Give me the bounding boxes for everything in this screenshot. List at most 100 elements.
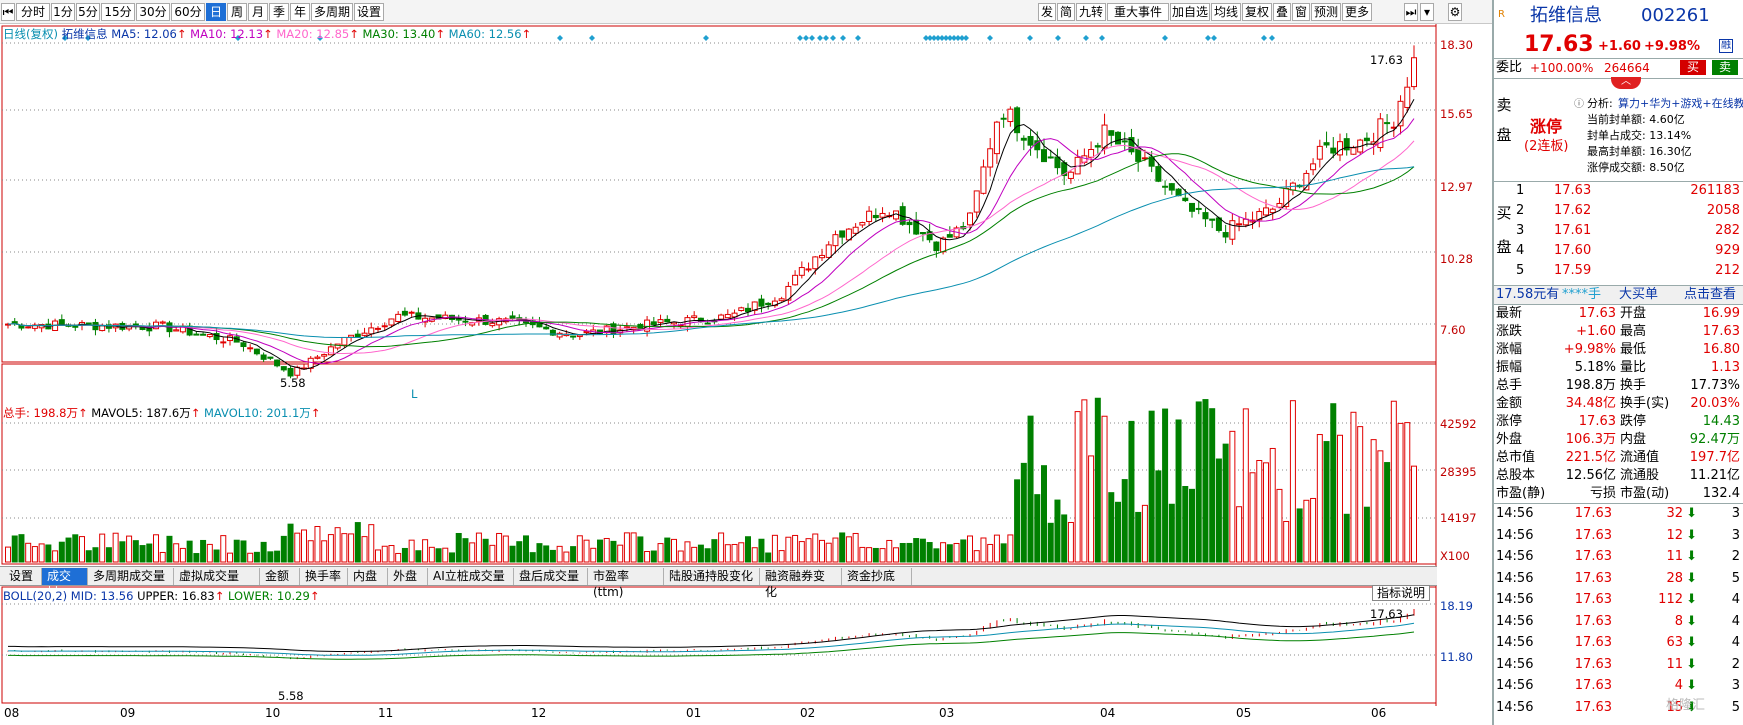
toolbar-2-button[interactable]: 九转 [1076,3,1106,21]
bid-p: 17.63 [1554,183,1592,198]
candle [58,319,65,325]
candle [940,237,947,253]
buy-button[interactable]: 买 [1680,60,1706,75]
candle [1330,147,1337,154]
boll-mid-line [8,622,1415,656]
period-tab[interactable]: 日 [206,3,226,21]
period-tab[interactable]: 1分 [51,3,75,21]
volume-bar [1088,455,1095,563]
period-tab[interactable]: 分时 [16,3,50,21]
volume-bar [99,533,106,563]
candle [933,241,940,252]
volume-bar [314,525,321,563]
down-arrow-icon: ⬇ [1686,527,1697,543]
sell-button[interactable]: 卖 [1712,60,1738,75]
volume-bar [623,532,630,563]
toolbar-8-button[interactable]: 窗 [1292,3,1310,21]
toolbar-0-button[interactable]: 发 [1038,3,1056,21]
candle [348,334,355,338]
period-tab[interactable]: 15分 [101,3,135,21]
indicator-tab[interactable]: 融资融券变化 [760,568,842,599]
rewind-icon[interactable]: ⏮ [1,3,15,21]
candle [72,325,79,328]
indicator-help-button[interactable]: 指标说明 [1372,585,1431,601]
indicator-tab[interactable]: 内盘 [348,568,388,585]
indicator-tab[interactable]: 虚拟成交量 [174,568,260,585]
volume-bar [583,539,590,563]
candle [159,321,166,324]
bigorder-view-link[interactable]: 点击查看 [1684,286,1736,304]
tick-count: 3 [1731,678,1740,693]
stat-value: 亏损 [1589,486,1616,501]
candle [368,327,375,335]
indicator-tab[interactable]: 外盘 [388,568,428,585]
indicator-tab[interactable]: 成交量 [42,568,88,599]
boll-axis-2: 11.80 [1440,650,1473,664]
bigorder-price: 17.58元有 [1496,287,1560,302]
candle [967,212,973,226]
bid-p: 17.62 [1554,203,1592,218]
volume-bar [536,543,543,563]
candle [657,319,664,323]
candle [1189,202,1195,212]
volume-bar [341,533,348,563]
volume-bar [738,542,745,563]
indicator-tab[interactable]: 多周期成交量 [88,568,174,585]
dropdown-icon[interactable]: ▾ [1420,3,1434,21]
boll-lower: LOWER: 10.29 [228,589,310,603]
toolbar-3-button[interactable]: 重大事件 [1107,3,1169,21]
collapse-icon[interactable]: ︿ [1611,77,1641,89]
volume-bar [919,538,926,563]
period-tab[interactable]: 60分 [171,3,205,21]
volume-bar [153,534,159,563]
indicator-tab[interactable]: 金额 [260,568,300,585]
event-marker-icon [1162,35,1168,41]
candle [1108,130,1115,136]
gear-icon[interactable]: ⚙ [1448,3,1462,21]
stat-value: 17.63 [1702,324,1740,339]
toolbar-5-button[interactable]: 均线 [1211,3,1241,21]
kline-chart-area[interactable] [0,24,1492,725]
toolbar-4-button[interactable]: 加自选 [1170,3,1210,21]
candle [1007,108,1014,123]
stat-value: 106.3万 [1565,432,1616,447]
indicator-tab[interactable]: AI立桩成交量 [428,568,514,585]
toolbar-6-button[interactable]: 复权 [1242,3,1272,21]
indicator-tab[interactable]: 换手率 [300,568,348,585]
price-axis-4: 10.28 [1440,252,1473,266]
indicator-tab[interactable]: 市盈率(ttm) [588,568,664,599]
indicator-tab[interactable]: 盘后成交量 [514,568,588,585]
weicha-value: 264664 [1604,61,1650,75]
indicator-tab[interactable]: 陆股通持股变化 [664,568,760,585]
volume-bar [1135,511,1142,563]
tick-count: 2 [1731,549,1740,564]
volume-bar [496,532,503,563]
period-tab[interactable]: 周 [227,3,247,21]
volume-bar [375,549,381,563]
period-tab[interactable]: 年 [290,3,310,21]
period-tab[interactable]: 多周期 [311,3,353,21]
period-tab[interactable]: 季 [269,3,289,21]
period-tab[interactable]: 5分 [76,3,100,21]
toolbar-10-button[interactable]: 更多 [1342,3,1372,21]
volume-bar [1067,521,1074,563]
indicator-tab[interactable]: 资金抄底 [842,568,912,585]
period-tab[interactable]: 设置 [354,3,384,21]
weibi-label: 委比 [1496,60,1523,75]
volume-bar [1121,479,1128,563]
candle [704,322,711,325]
volume-bar [502,535,509,563]
volume-bar [213,549,220,563]
period-tab[interactable]: 月 [248,3,268,21]
toolbar-1-button[interactable]: 简 [1057,3,1075,21]
candle [623,326,630,329]
volume-bar [260,541,267,563]
volume-bar [1155,470,1162,563]
toolbar-9-button[interactable]: 预测 [1311,3,1341,21]
candle [1263,207,1269,216]
candle [825,244,832,258]
period-tab[interactable]: 30分 [136,3,170,21]
toolbar-7-button[interactable]: 叠 [1273,3,1291,21]
indicator-tab[interactable]: 设置 [4,568,42,585]
forward-icon[interactable]: ⏭ [1404,3,1418,21]
